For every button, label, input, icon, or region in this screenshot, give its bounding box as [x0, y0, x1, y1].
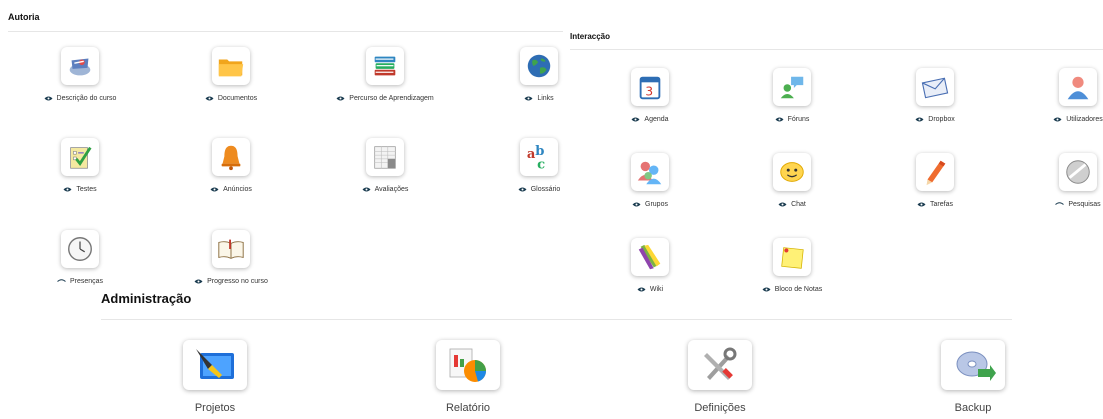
- folder-icon: [212, 47, 250, 85]
- open-book-icon: [212, 230, 250, 268]
- survey-icon: [1059, 153, 1097, 191]
- tool-label: Utilizadores: [1066, 116, 1103, 123]
- calendar-icon: 3: [631, 68, 669, 106]
- clock-icon: [61, 230, 99, 268]
- tool-projetos[interactable]: Projetos: [140, 340, 290, 414]
- autoria-title: Autoria: [8, 12, 40, 22]
- tool-definicoes[interactable]: Definições: [645, 340, 795, 414]
- interaccao-title: Interacção: [570, 32, 611, 41]
- test-checklist-icon: [61, 138, 99, 176]
- tool-avaliacoes[interactable]: Avaliações: [310, 138, 460, 193]
- tool-pesquisas[interactable]: Pesquisas: [1003, 153, 1103, 208]
- svg-text:c: c: [537, 157, 545, 172]
- tool-label: Agenda: [644, 116, 669, 123]
- eye-closed-icon[interactable]: [57, 279, 66, 284]
- tool-foruns[interactable]: Fóruns: [717, 68, 867, 123]
- tool-tarefas[interactable]: Tarefas: [860, 153, 1010, 208]
- eye-icon[interactable]: [917, 202, 926, 207]
- tool-utilizadores[interactable]: Utilizadores: [1003, 68, 1103, 123]
- course-description-icon: [61, 47, 99, 85]
- sticky-note-icon: [773, 238, 811, 276]
- tool-label: Wiki: [649, 286, 664, 293]
- eye-icon[interactable]: [1053, 117, 1062, 122]
- tool-label: Descrição do curso: [56, 95, 117, 102]
- envelope-icon: [916, 68, 954, 106]
- wiki-pencils-icon: [631, 238, 669, 276]
- tool-label: Projetos: [194, 402, 236, 414]
- eye-closed-icon[interactable]: [1055, 202, 1065, 207]
- user-icon: [1059, 68, 1097, 106]
- tool-label: Fóruns: [787, 116, 810, 123]
- tool-label: Dropbox: [928, 116, 955, 123]
- tool-anuncios[interactable]: Anúncios: [156, 138, 306, 193]
- books-icon: [366, 47, 404, 85]
- tool-chat[interactable]: Chat: [717, 153, 867, 208]
- tool-label: Chat: [791, 201, 806, 208]
- tool-label: Presenças: [69, 278, 104, 285]
- tool-label: Bloco de Notas: [774, 286, 823, 293]
- tool-grupos[interactable]: Grupos: [575, 153, 725, 208]
- eye-icon[interactable]: [632, 202, 641, 207]
- tool-label: Relatório: [445, 402, 491, 414]
- globe-icon: [520, 47, 558, 85]
- eye-icon[interactable]: [194, 279, 203, 284]
- tool-label: Anúncios: [223, 186, 252, 193]
- forum-icon: [773, 68, 811, 106]
- administracao-title: Administração: [101, 291, 196, 306]
- eye-icon[interactable]: [637, 287, 646, 292]
- eye-icon[interactable]: [44, 96, 53, 101]
- interaccao-divider: [570, 49, 1103, 50]
- spreadsheet-icon: [366, 138, 404, 176]
- report-icon: [436, 340, 500, 390]
- tool-testes[interactable]: Testes: [5, 138, 155, 193]
- group-icon: [631, 153, 669, 191]
- tool-label: Documentos: [217, 95, 258, 102]
- tool-relatorio[interactable]: Relatório: [393, 340, 543, 414]
- bell-icon: [212, 138, 250, 176]
- tool-descricao-do-curso[interactable]: Descrição do curso: [5, 47, 155, 102]
- eye-icon[interactable]: [631, 117, 640, 122]
- interaccao-section: Interacção 3 Agenda Fóruns Dropbox Utili…: [560, 0, 1103, 294]
- tool-progresso-no-curso[interactable]: Progresso no curso: [156, 230, 306, 285]
- eye-icon[interactable]: [210, 187, 219, 192]
- tool-label: Grupos: [645, 201, 668, 208]
- tool-documentos[interactable]: Documentos: [156, 47, 306, 102]
- tool-backup[interactable]: Backup: [898, 340, 1048, 414]
- tool-label: Glossário: [530, 186, 561, 193]
- autoria-divider: [8, 31, 563, 32]
- administracao-divider: [101, 319, 1012, 320]
- tool-label: Percurso de Aprendizagem: [349, 95, 434, 102]
- chat-smiley-icon: [773, 153, 811, 191]
- tool-label: Definições: [694, 402, 746, 414]
- tool-label: Pesquisas: [1068, 201, 1101, 208]
- tool-wiki[interactable]: Wiki: [575, 238, 725, 293]
- eye-icon[interactable]: [362, 187, 371, 192]
- abc-icon: abc: [520, 138, 558, 176]
- eye-icon[interactable]: [524, 96, 533, 101]
- tool-label: Testes: [76, 186, 97, 193]
- eye-icon[interactable]: [915, 117, 924, 122]
- tool-agenda[interactable]: 3 Agenda: [575, 68, 725, 123]
- projects-icon: [183, 340, 247, 390]
- tool-percurso-de-aprendizagem[interactable]: Percurso de Aprendizagem: [310, 47, 460, 102]
- eye-icon[interactable]: [518, 187, 527, 192]
- eye-icon[interactable]: [775, 117, 784, 122]
- tool-bloco-de-notas[interactable]: Bloco de Notas: [717, 238, 867, 293]
- svg-text:3: 3: [645, 84, 653, 98]
- tool-label: Links: [537, 95, 554, 102]
- tools-icon: [688, 340, 752, 390]
- eye-icon[interactable]: [63, 187, 72, 192]
- backup-disc-icon: [941, 340, 1005, 390]
- tool-label: Backup: [954, 402, 992, 414]
- tool-label: Tarefas: [930, 201, 953, 208]
- tool-dropbox[interactable]: Dropbox: [860, 68, 1010, 123]
- pencil-icon: [916, 153, 954, 191]
- tool-presencas[interactable]: Presenças: [5, 230, 155, 285]
- tool-label: Progresso no curso: [207, 278, 268, 285]
- eye-icon[interactable]: [778, 202, 787, 207]
- eye-icon[interactable]: [336, 96, 345, 101]
- eye-icon[interactable]: [205, 96, 214, 101]
- eye-icon[interactable]: [762, 287, 771, 292]
- tool-label: Avaliações: [374, 186, 409, 193]
